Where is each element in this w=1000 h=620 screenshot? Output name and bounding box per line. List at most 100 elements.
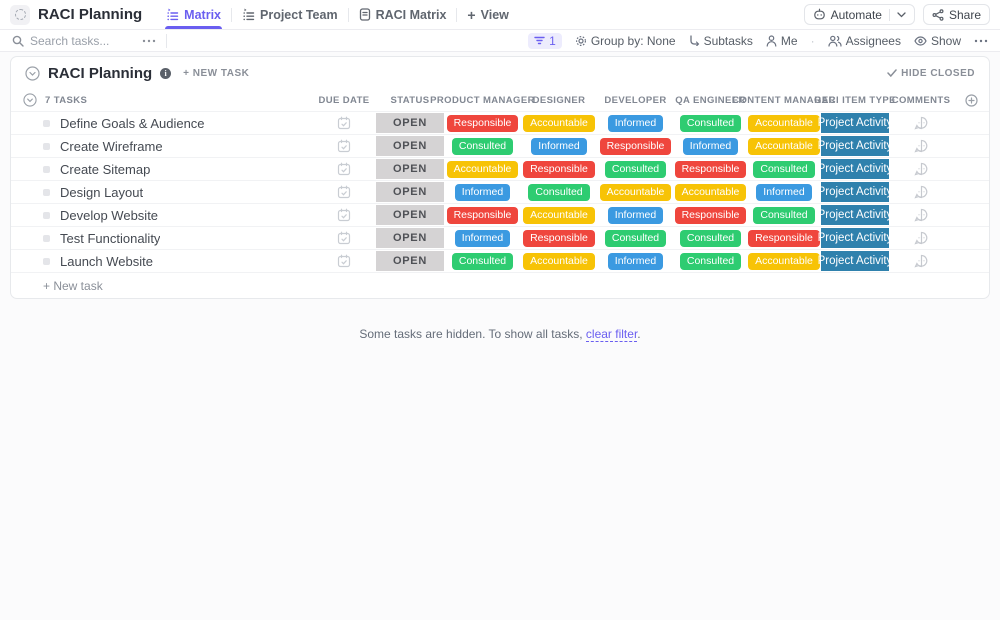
raci-badge[interactable]: Responsible (523, 229, 595, 247)
raci-badge[interactable]: Responsible (523, 160, 595, 178)
task-name[interactable]: Launch Website (60, 254, 153, 269)
task-status-square-icon[interactable] (43, 165, 50, 173)
raci-badge[interactable]: Responsible (446, 206, 519, 224)
task-cell[interactable]: Design Layout (11, 181, 312, 203)
raci-item-type-cell[interactable]: Project Activity (818, 112, 892, 134)
raci-badge[interactable]: Informed (454, 229, 511, 247)
status-cell[interactable]: OPEN (376, 227, 444, 249)
status-cell[interactable]: OPEN (376, 204, 444, 226)
product-manager-cell[interactable]: Responsible (444, 204, 521, 226)
more-icon[interactable] (974, 39, 988, 43)
column-header-content-manager[interactable]: CONTENT MANAGER (732, 89, 835, 111)
comments-cell[interactable] (889, 135, 953, 157)
raci-badge[interactable]: Consulted (451, 252, 514, 270)
developer-cell[interactable]: Responsible (597, 135, 674, 157)
product-manager-cell[interactable]: Consulted (444, 135, 521, 157)
me-button[interactable]: Me (766, 34, 798, 48)
due-date-cell[interactable] (312, 250, 376, 272)
qa-engineer-cell[interactable]: Responsible (674, 158, 747, 180)
task-status-square-icon[interactable] (43, 257, 50, 265)
comment-bubble-icon[interactable] (913, 139, 929, 153)
raci-badge[interactable]: Consulted (679, 252, 742, 270)
column-header-comments[interactable]: COMMENTS (889, 89, 953, 111)
hide-closed-button[interactable]: HIDE CLOSED (887, 68, 975, 79)
designer-cell[interactable]: Responsible (521, 158, 597, 180)
column-header-due-date[interactable]: DUE DATE (312, 89, 376, 111)
raci-badge[interactable]: Consulted (753, 206, 815, 224)
task-cell[interactable]: Create Sitemap (11, 158, 312, 180)
content-manager-cell[interactable]: Consulted (747, 204, 821, 226)
raci-badge[interactable]: Accountable (523, 114, 595, 132)
task-name[interactable]: Design Layout (60, 185, 143, 200)
filter-button[interactable]: 1 (528, 32, 562, 49)
search-box[interactable] (12, 33, 132, 48)
comments-cell[interactable] (889, 181, 953, 203)
table-row[interactable]: Test Functionality OPEN Informed Respons… (11, 226, 989, 249)
column-header-tasks[interactable]: 7 TASKS (11, 89, 312, 111)
raci-badge[interactable]: Accountable (599, 183, 672, 201)
qa-engineer-cell[interactable]: Consulted (674, 227, 747, 249)
raci-badge[interactable]: Informed (607, 252, 664, 270)
raci-item-type-cell[interactable]: Project Activity (818, 250, 892, 272)
table-row[interactable]: Develop Website OPEN Responsible Account… (11, 203, 989, 226)
raci-badge[interactable]: Accountable (446, 160, 519, 178)
comment-bubble-icon[interactable] (913, 254, 929, 268)
designer-cell[interactable]: Responsible (521, 227, 597, 249)
product-manager-cell[interactable]: Informed (444, 227, 521, 249)
designer-cell[interactable]: Accountable (521, 204, 597, 226)
assignees-button[interactable]: Assignees (827, 34, 901, 48)
tab-matrix[interactable]: Matrix (156, 0, 231, 29)
raci-item-type-cell[interactable]: Project Activity (818, 181, 892, 203)
designer-cell[interactable]: Consulted (521, 181, 597, 203)
raci-item-type-cell[interactable]: Project Activity (818, 227, 892, 249)
raci-badge[interactable]: Consulted (604, 160, 667, 178)
comment-bubble-icon[interactable] (913, 231, 929, 245)
due-date-cell[interactable] (312, 204, 376, 226)
comment-bubble-icon[interactable] (913, 185, 929, 199)
task-name[interactable]: Test Functionality (60, 231, 160, 246)
qa-engineer-cell[interactable]: Informed (674, 135, 747, 157)
qa-engineer-cell[interactable]: Responsible (674, 204, 747, 226)
due-date-cell[interactable] (312, 227, 376, 249)
comments-cell[interactable] (889, 204, 953, 226)
due-date-cell[interactable] (312, 158, 376, 180)
status-cell[interactable]: OPEN (376, 112, 444, 134)
raci-badge[interactable]: Consulted (604, 229, 667, 247)
column-header-raci-item-type[interactable]: RACI ITEM TYPE (814, 89, 895, 111)
developer-cell[interactable]: Informed (597, 204, 674, 226)
more-icon[interactable] (142, 39, 156, 43)
raci-badge[interactable]: Informed (607, 114, 664, 132)
raci-badge[interactable]: Responsible (599, 137, 672, 155)
task-cell[interactable]: Define Goals & Audience (11, 112, 312, 134)
comments-cell[interactable] (889, 250, 953, 272)
raci-badge[interactable]: Responsible (674, 160, 747, 178)
task-name[interactable]: Develop Website (60, 208, 158, 223)
task-status-square-icon[interactable] (43, 142, 50, 150)
content-manager-cell[interactable]: Consulted (747, 158, 821, 180)
task-status-square-icon[interactable] (43, 188, 50, 196)
raci-badge[interactable]: Responsible (446, 114, 519, 132)
add-column-button[interactable] (953, 89, 989, 111)
raci-badge[interactable]: Informed (454, 183, 511, 201)
column-header-product-manager[interactable]: PRODUCT MANAGER (430, 89, 534, 111)
task-cell[interactable]: Launch Website (11, 250, 312, 272)
raci-badge[interactable]: Consulted (679, 229, 742, 247)
raci-badge[interactable]: Consulted (528, 183, 590, 201)
raci-badge[interactable]: Accountable (523, 252, 595, 270)
raci-badge[interactable]: Responsible (674, 206, 747, 224)
task-cell[interactable]: Test Functionality (11, 227, 312, 249)
raci-badge[interactable]: Informed (756, 183, 812, 201)
raci-badge[interactable]: Informed (531, 137, 587, 155)
raci-badge[interactable]: Consulted (753, 160, 815, 178)
add-task-row[interactable]: + New task (11, 272, 989, 298)
content-manager-cell[interactable]: Informed (747, 181, 821, 203)
due-date-cell[interactable] (312, 112, 376, 134)
task-status-square-icon[interactable] (43, 234, 50, 242)
qa-engineer-cell[interactable]: Accountable (674, 181, 747, 203)
status-cell[interactable]: OPEN (376, 181, 444, 203)
chevron-down-icon[interactable] (897, 11, 906, 18)
add-view-button[interactable]: + View (457, 0, 518, 29)
comments-cell[interactable] (889, 158, 953, 180)
task-name[interactable]: Define Goals & Audience (60, 116, 205, 131)
raci-item-type-cell[interactable]: Project Activity (818, 204, 892, 226)
